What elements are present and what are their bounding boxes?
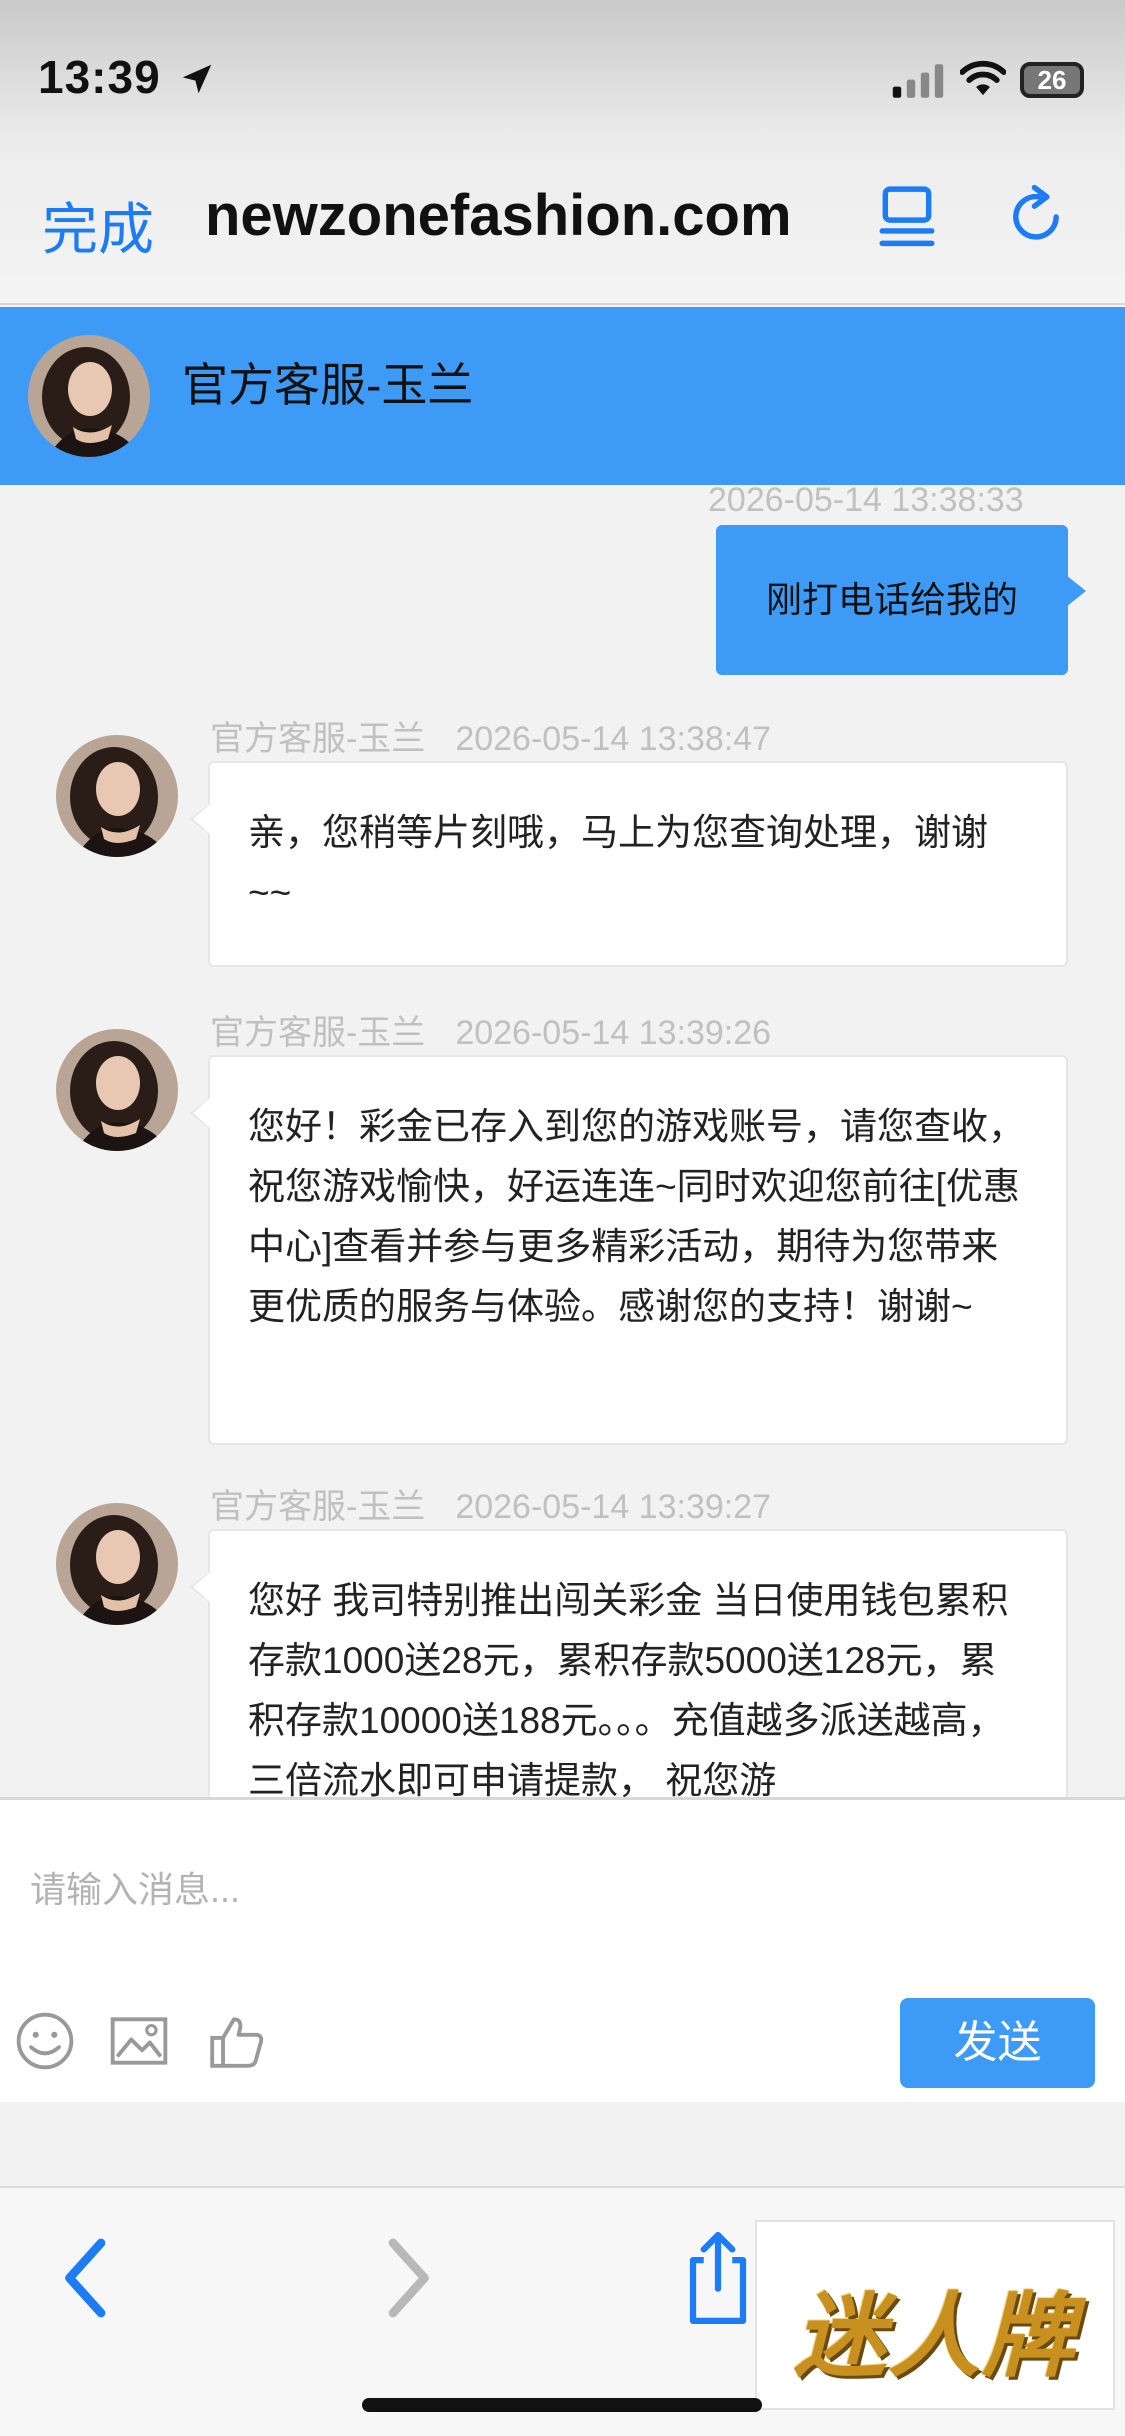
url-text: newzonefashion.com <box>205 183 792 248</box>
emoji-icon[interactable] <box>14 2010 76 2072</box>
message-timestamp: 2026-05-14 13:39:27 <box>455 1488 772 1526</box>
message-meta: 官方客服-玉兰 2026-05-14 13:38:47 <box>210 711 771 760</box>
message-list[interactable]: 2026-05-14 13:38:33 刚打电话给我的 官方客服-玉兰 2026-… <box>0 485 1125 1797</box>
done-button[interactable]: 完成 <box>42 185 154 266</box>
chat-header: 官方客服-玉兰 <box>0 307 1125 485</box>
battery-indicator: 26 <box>1020 62 1084 98</box>
ad-logo-text: 迷人牌 <box>793 2282 1076 2390</box>
message-meta: 官方客服-玉兰 2026-05-14 13:39:26 <box>210 1005 771 1054</box>
agent-avatar <box>28 335 150 457</box>
message-meta: 官方客服-玉兰 2026-05-14 13:39:27 <box>210 1479 771 1528</box>
image-icon[interactable] <box>108 2010 170 2072</box>
message-sender: 官方客服-玉兰 <box>210 720 426 758</box>
message-timestamp: 2026-05-14 13:39:26 <box>455 1014 772 1052</box>
back-icon[interactable] <box>52 2228 122 2328</box>
home-indicator <box>362 2398 762 2412</box>
signal-icon <box>892 64 944 98</box>
spacer <box>0 2102 1125 2186</box>
agent-avatar <box>56 1503 178 1625</box>
forward-icon[interactable] <box>372 2228 442 2328</box>
chat-title: 官方客服-玉兰 <box>182 359 474 411</box>
share-icon[interactable] <box>678 2228 758 2328</box>
agent-message-bubble: 您好！彩金已存入到您的游戏账号，请您查收，祝您游戏愉快，好运连连~同时欢迎您前往… <box>190 1055 1068 1445</box>
browser-header: 13:39 26 完成 newzonefashion.com <box>0 0 1125 305</box>
send-button[interactable]: 发送 <box>900 1998 1095 2088</box>
composer: 发送 <box>0 1797 1125 2102</box>
agent-avatar <box>56 735 178 857</box>
url-display[interactable]: newzonefashion.com <box>205 182 845 249</box>
message-timestamp: 2026-05-14 13:38:47 <box>455 720 772 758</box>
user-message-bubble: 刚打电话给我的 <box>716 525 1086 675</box>
message-timestamp: 2026-05-14 13:38:33 <box>708 485 1024 519</box>
wifi-icon <box>960 60 1006 96</box>
agent-message-bubble: 您好 我司特别推出闯关彩金 当日使用钱包累积存款1000送28元，累积存款500… <box>190 1529 1068 1797</box>
reload-icon[interactable] <box>1005 182 1067 252</box>
status-time: 13:39 <box>38 51 161 103</box>
agent-avatar <box>56 1029 178 1151</box>
message-input[interactable] <box>30 1830 1090 1950</box>
reader-icon[interactable] <box>876 182 938 252</box>
ad-banner[interactable]: 迷人牌 <box>755 2220 1115 2410</box>
message-sender: 官方客服-玉兰 <box>210 1014 426 1052</box>
thumbs-up-icon[interactable] <box>206 2010 268 2072</box>
location-arrow-icon <box>182 64 212 94</box>
agent-message-bubble: 亲，您稍等片刻哦，马上为您查询处理，谢谢~~ <box>190 761 1068 967</box>
message-sender: 官方客服-玉兰 <box>210 1488 426 1526</box>
